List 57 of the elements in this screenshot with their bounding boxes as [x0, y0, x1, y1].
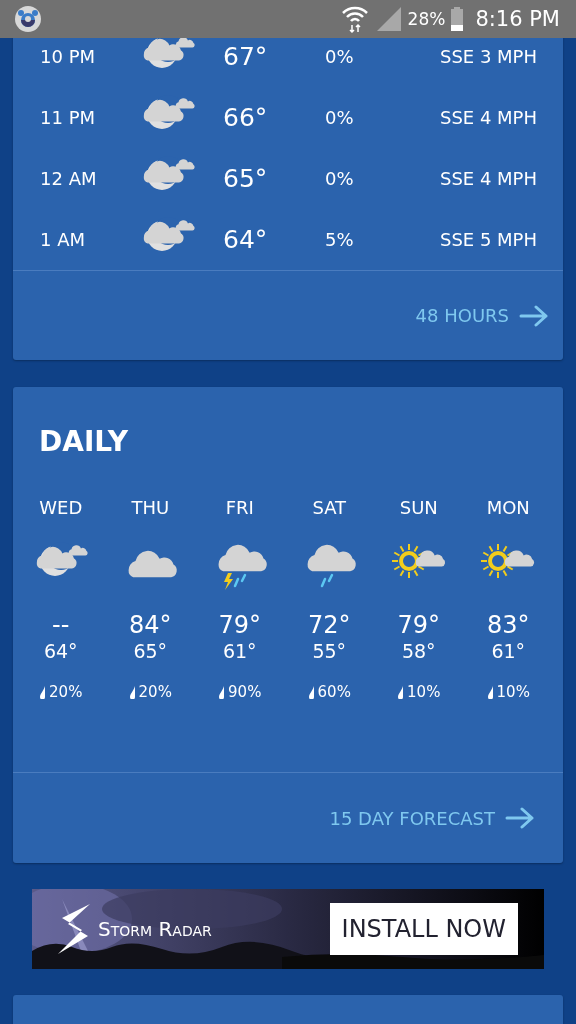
- precipitation-chance: 90%: [228, 683, 262, 701]
- hour-label: 1 AM: [39, 229, 87, 250]
- precipitation-chance: 60%: [317, 683, 351, 701]
- section-title: DAILY: [38, 425, 130, 459]
- high-temperature: 79°: [397, 611, 440, 639]
- day-label: WED: [39, 497, 83, 519]
- raindrop-icon: [397, 685, 405, 699]
- arrow-right-icon: [519, 304, 549, 327]
- day-label: SAT: [312, 497, 347, 519]
- wind-speed: SSE 4 MPH: [438, 168, 538, 189]
- raindrop-icon: [307, 685, 315, 699]
- precipitation-chance: 20%: [49, 683, 83, 701]
- wind-speed: SSE 5 MPH: [438, 229, 538, 250]
- day-label: THU: [131, 497, 170, 519]
- low-temperature: 61°: [491, 639, 526, 663]
- arrow-right-icon: [505, 807, 535, 829]
- precipitation-chance: 10%: [407, 683, 441, 701]
- precipitation-chance: 10%: [496, 683, 530, 701]
- install-button[interactable]: INSTALL NOW: [329, 903, 518, 955]
- raindrop-icon: [128, 685, 136, 699]
- wind-speed: SSE 3 MPH: [438, 46, 538, 67]
- temperature: 64°: [223, 225, 269, 254]
- low-temperature: 61°: [222, 639, 257, 663]
- ad-banner[interactable]: Storm Radar INSTALL NOW: [32, 889, 544, 969]
- high-temperature: --: [52, 611, 70, 639]
- low-temperature: 55°: [312, 639, 347, 663]
- raindrop-icon: [218, 685, 226, 699]
- precipitation-chance: 0%: [325, 46, 355, 67]
- day-label: MON: [486, 497, 530, 519]
- high-temperature: 72°: [307, 611, 351, 639]
- precipitation-chance: 0%: [325, 168, 355, 189]
- battery-percentage: 28%: [407, 9, 446, 29]
- precipitation-chance: 20%: [138, 683, 172, 701]
- low-temperature: 65°: [133, 639, 168, 663]
- high-temperature: 83°: [486, 611, 530, 639]
- day-label: FRI: [225, 497, 254, 519]
- hour-label: 11 PM: [39, 107, 96, 128]
- battery-icon: [451, 7, 464, 31]
- temperature: 66°: [223, 103, 269, 132]
- low-temperature: 64°: [43, 639, 78, 663]
- wind-speed: SSE 4 MPH: [438, 107, 538, 128]
- high-temperature: 84°: [128, 611, 172, 639]
- low-temperature: 58°: [401, 639, 436, 663]
- precipitation-chance: 0%: [325, 107, 355, 128]
- raindrop-icon: [39, 685, 47, 699]
- hour-label: 10 PM: [39, 46, 96, 67]
- signal-icon: [375, 6, 402, 32]
- app-icon: [14, 5, 42, 33]
- precipitation-chance: 5%: [325, 229, 355, 250]
- temperature: 65°: [223, 164, 269, 193]
- temperature: 67°: [223, 42, 269, 71]
- brand-name: Storm Radar: [98, 917, 212, 941]
- raindrop-icon: [486, 685, 494, 699]
- high-temperature: 79°: [218, 611, 261, 639]
- hour-label: 12 AM: [39, 168, 98, 189]
- clock: 8:16 PM: [475, 7, 560, 31]
- day-label: SUN: [399, 497, 438, 519]
